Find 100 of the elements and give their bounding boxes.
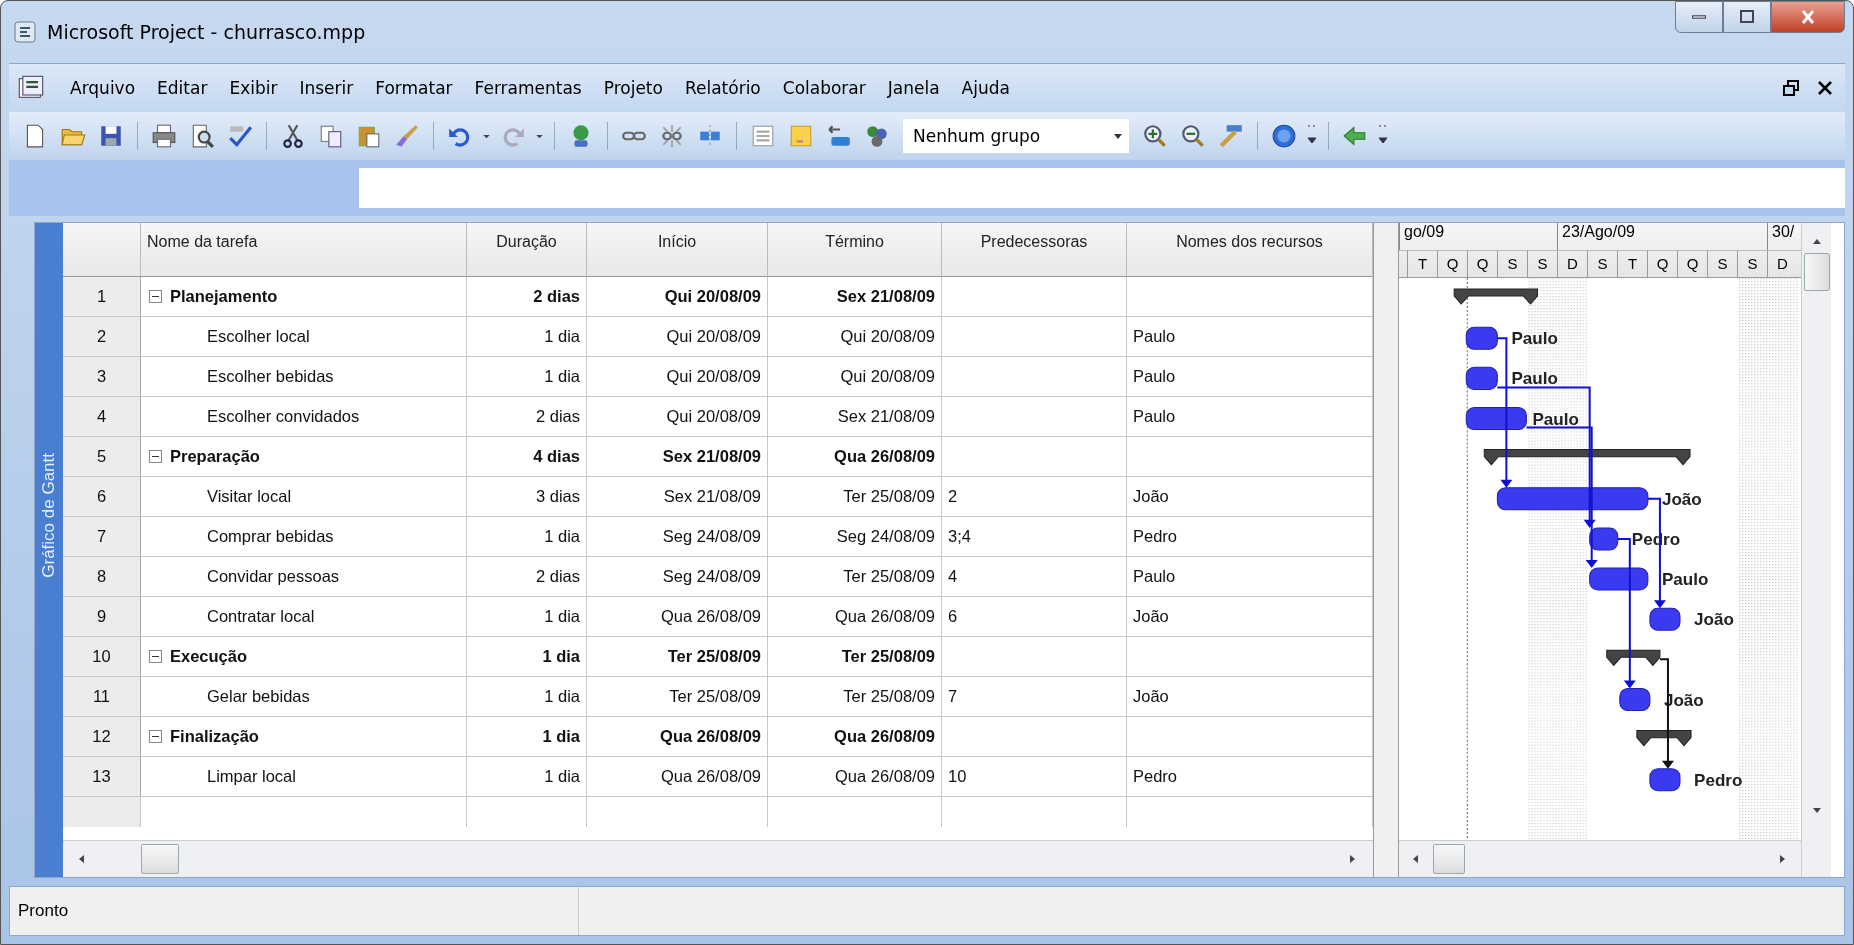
task-bar[interactable] bbox=[1649, 768, 1681, 792]
finish-cell: Qua 26/08/09 bbox=[768, 717, 942, 757]
task-bar[interactable] bbox=[1589, 527, 1619, 551]
task-bar[interactable] bbox=[1619, 687, 1651, 712]
status-text: Pronto bbox=[10, 887, 579, 935]
close-icon[interactable] bbox=[1817, 80, 1833, 96]
resource-label: Paulo bbox=[1511, 329, 1558, 349]
close-button[interactable] bbox=[1771, 1, 1845, 33]
row-number: 8 bbox=[63, 557, 141, 597]
start-cell: Sex 21/08/09 bbox=[587, 437, 768, 477]
day-label: T bbox=[1407, 251, 1437, 277]
start-cell: Qui 20/08/09 bbox=[587, 317, 768, 357]
menu-item[interactable]: Projeto bbox=[592, 74, 674, 102]
menu-item[interactable]: Colaborar bbox=[771, 74, 877, 102]
row-number: 7 bbox=[63, 517, 141, 557]
menu-item[interactable]: Janela bbox=[876, 74, 951, 102]
horizontal-scrollbar[interactable] bbox=[1399, 840, 1801, 877]
column-header[interactable]: Início bbox=[587, 223, 768, 277]
finish-cell: Qui 20/08/09 bbox=[768, 357, 942, 397]
vertical-scrollbar[interactable] bbox=[1801, 223, 1831, 877]
column-header[interactable]: Duração bbox=[467, 223, 587, 277]
task-name-cell: Escolher convidados bbox=[141, 397, 467, 437]
task-name-cell: Preparação bbox=[141, 437, 467, 477]
maximize-icon bbox=[1738, 9, 1756, 25]
menu-item[interactable]: Exibir bbox=[218, 74, 289, 102]
scrollbar-thumb[interactable] bbox=[1433, 844, 1465, 874]
column-header[interactable]: Predecessoras bbox=[942, 223, 1127, 277]
summary-bar[interactable] bbox=[1453, 288, 1538, 305]
menu-item[interactable]: Ajuda bbox=[950, 74, 1021, 102]
start-cell: Qui 20/08/09 bbox=[587, 277, 768, 317]
row-number: 10 bbox=[63, 637, 141, 677]
finish-cell: Qua 26/08/09 bbox=[768, 437, 942, 477]
predecessors-cell: 10 bbox=[942, 757, 1127, 797]
duration-cell: 3 dias bbox=[467, 477, 587, 517]
finish-cell: Ter 25/08/09 bbox=[768, 557, 942, 597]
collapse-toggle[interactable] bbox=[149, 450, 162, 463]
day-label: S bbox=[1737, 251, 1767, 277]
task-name-cell: Finalização bbox=[141, 717, 467, 757]
start-cell: Ter 25/08/09 bbox=[587, 677, 768, 717]
duration-cell: 1 dia bbox=[467, 357, 587, 397]
predecessors-cell: 6 bbox=[942, 597, 1127, 637]
menu-item[interactable]: Inserir bbox=[288, 74, 365, 102]
summary-bar[interactable] bbox=[1606, 649, 1661, 666]
start-cell: Qui 20/08/09 bbox=[587, 357, 768, 397]
day-label: Q bbox=[1677, 251, 1707, 277]
collapse-toggle[interactable] bbox=[149, 730, 162, 743]
task-name-cell: Convidar pessoas bbox=[141, 557, 467, 597]
menu-item[interactable]: Formatar bbox=[364, 74, 464, 102]
window-title: Microsoft Project - churrasco.mpp bbox=[47, 21, 366, 43]
view-tab[interactable]: Gráfico de Gantt bbox=[35, 223, 63, 877]
resources-cell: João bbox=[1127, 477, 1373, 517]
resources-cell: Paulo bbox=[1127, 557, 1373, 597]
task-bar[interactable] bbox=[1465, 406, 1527, 431]
finish-cell: Seg 24/08/09 bbox=[768, 517, 942, 557]
task-name-cell: Gelar bebidas bbox=[141, 677, 467, 717]
task-name-cell: Comprar bebidas bbox=[141, 517, 467, 557]
minimize-button[interactable] bbox=[1675, 1, 1723, 33]
day-label: D bbox=[1767, 251, 1797, 277]
resources-cell: Paulo bbox=[1127, 317, 1373, 357]
finish-cell: Ter 25/08/09 bbox=[768, 677, 942, 717]
start-cell: Ter 25/08/09 bbox=[587, 637, 768, 677]
summary-bar[interactable] bbox=[1483, 449, 1691, 466]
resources-cell: João bbox=[1127, 597, 1373, 637]
menu-item[interactable]: Editar bbox=[146, 74, 219, 102]
duration-cell: 1 dia bbox=[467, 597, 587, 637]
row-number: 11 bbox=[63, 677, 141, 717]
horizontal-scrollbar[interactable] bbox=[63, 840, 1373, 877]
task-bar[interactable] bbox=[1465, 326, 1498, 350]
collapse-toggle[interactable] bbox=[149, 290, 162, 303]
task-bar[interactable] bbox=[1589, 567, 1649, 591]
column-header[interactable]: Nome da tarefa bbox=[141, 223, 467, 277]
minimize-icon bbox=[1692, 15, 1706, 19]
column-header[interactable]: Nomes dos recursos bbox=[1127, 223, 1373, 277]
column-header[interactable]: Término bbox=[768, 223, 942, 277]
row-number: 12 bbox=[63, 717, 141, 757]
collapse-toggle[interactable] bbox=[149, 650, 162, 663]
menu-item[interactable]: Relatório bbox=[673, 74, 772, 102]
restore-icon[interactable] bbox=[1783, 80, 1799, 96]
menu-item[interactable]: Arquivo bbox=[59, 74, 147, 102]
finish-cell: Sex 21/08/09 bbox=[768, 277, 942, 317]
maximize-button[interactable] bbox=[1723, 1, 1771, 33]
task-bar[interactable] bbox=[1496, 487, 1649, 511]
resource-label: João bbox=[1694, 610, 1734, 630]
task-bar[interactable] bbox=[1649, 607, 1681, 631]
app-icon bbox=[13, 20, 37, 44]
group-dropdown[interactable]: Nenhum grupo bbox=[903, 119, 1129, 153]
day-label: S bbox=[1497, 251, 1527, 277]
scrollbar-thumb[interactable] bbox=[1803, 253, 1830, 291]
resource-label: Paulo bbox=[1532, 409, 1579, 429]
finish-cell: Ter 25/08/09 bbox=[768, 637, 942, 677]
summary-bar[interactable] bbox=[1636, 730, 1692, 747]
task-bar[interactable] bbox=[1465, 366, 1498, 390]
duration-cell: 1 dia bbox=[467, 757, 587, 797]
duration-cell: 2 dias bbox=[467, 557, 587, 597]
menu-item[interactable]: Ferramentas bbox=[463, 74, 593, 102]
day-label: S bbox=[1587, 251, 1617, 277]
entry-field[interactable] bbox=[359, 168, 1845, 208]
start-cell: Qua 26/08/09 bbox=[587, 597, 768, 637]
scrollbar-thumb[interactable] bbox=[141, 844, 179, 874]
day-label: S bbox=[1527, 251, 1557, 277]
